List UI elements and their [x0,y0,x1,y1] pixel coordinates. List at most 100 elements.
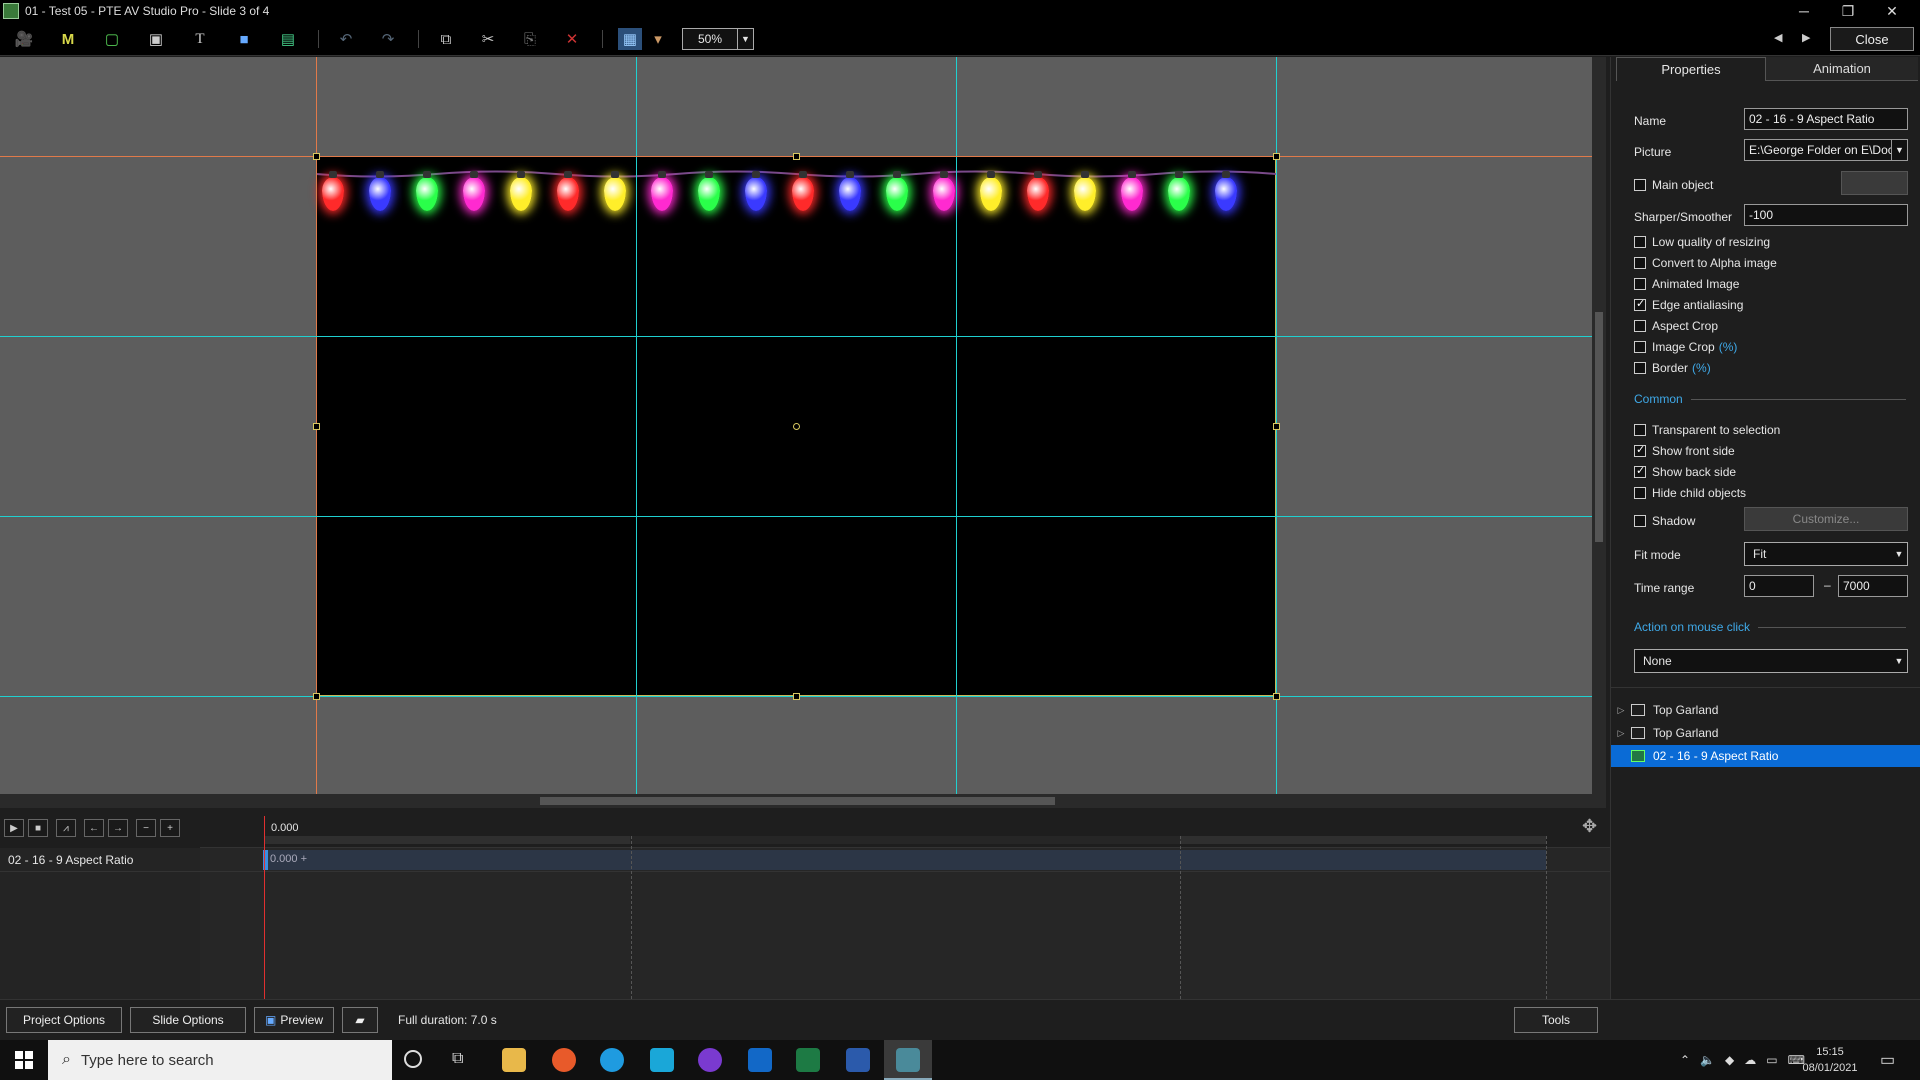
zoom-out-button[interactable]: − [136,819,156,837]
play-button[interactable]: ▶ [4,819,24,837]
paste-icon[interactable]: ⎘ [518,28,542,50]
timeline-ruler[interactable]: 0.000 [200,808,1610,848]
slide-canvas[interactable] [0,57,1592,794]
name-field[interactable]: 02 - 16 - 9 Aspect Ratio [1744,108,1908,130]
animated-image-checkbox[interactable]: Animated Image [1634,277,1739,291]
image-crop-checkbox[interactable]: Image Crop (%) [1634,340,1737,354]
app-icon[interactable] [698,1048,722,1072]
zoom-select[interactable]: 50% ▼ [682,28,754,50]
edge-icon[interactable] [600,1048,624,1072]
pte-taskbar-button[interactable] [884,1040,932,1080]
rectangle-icon[interactable]: ■ [232,28,256,50]
excel-icon[interactable] [796,1048,820,1072]
window-close-button[interactable]: ✕ [1870,0,1914,22]
close-button[interactable]: Close [1830,27,1914,51]
image-icon[interactable]: ▤ [276,28,300,50]
checkbox-box[interactable] [1634,257,1646,269]
track-clip[interactable]: 0.000 + [264,850,1546,870]
camera-icon[interactable]: 🎥 [12,28,36,50]
guide-vertical[interactable] [636,57,637,794]
taskbar-search[interactable]: ⌕ Type here to search [48,1040,392,1080]
checkbox-box[interactable] [1634,464,1646,478]
guide-horizontal[interactable] [0,516,1592,517]
tools-button[interactable]: Tools [1514,1007,1598,1033]
resize-handle[interactable] [1273,423,1280,430]
checkbox-box[interactable] [1634,341,1646,353]
waveform-button[interactable]: ⩘ [56,819,76,837]
task-view-icon[interactable]: ⧉ [452,1050,463,1068]
checkbox-box[interactable] [1634,179,1646,191]
scroll-thumb[interactable] [1595,312,1603,542]
restore-button[interactable]: ❐ [1826,0,1870,22]
zoom-in-button[interactable]: + [160,819,180,837]
resize-handle[interactable] [313,423,320,430]
checkbox-box[interactable] [1634,236,1646,248]
playhead[interactable] [264,816,265,999]
guide-vertical[interactable] [956,57,957,794]
convert-alpha-checkbox[interactable]: Convert to Alpha image [1634,256,1777,270]
vertical-scrollbar[interactable] [1592,57,1606,794]
move-right-button[interactable]: → [108,819,128,837]
stop-button[interactable]: ■ [28,819,48,837]
action-select[interactable]: None ▼ [1634,649,1908,673]
undo-icon[interactable]: ↶ [334,28,358,50]
firefox-icon[interactable] [552,1048,576,1072]
tree-item[interactable]: ▷ Top Garland [1611,722,1920,744]
tab-properties[interactable]: Properties [1616,57,1766,81]
cortana-icon[interactable] [404,1050,422,1068]
resize-handle[interactable] [1273,153,1280,160]
tab-animation[interactable]: Animation [1766,57,1918,81]
checkbox-box[interactable] [1634,487,1646,499]
horizontal-scrollbar[interactable] [0,794,1606,808]
scroll-thumb[interactable] [540,797,1055,805]
customize-button[interactable]: Customize... [1744,507,1908,531]
image-crop-link[interactable]: (%) [1719,340,1738,354]
resize-handle[interactable] [793,153,800,160]
aspect-crop-checkbox[interactable]: Aspect Crop [1634,319,1718,333]
checkbox-box[interactable] [1634,320,1646,332]
frame-icon[interactable]: ▢ [100,28,124,50]
project-options-button[interactable]: Project Options [6,1007,122,1033]
tree-item[interactable]: ▷ Top Garland [1611,699,1920,721]
grid-dropdown-icon[interactable]: ▾ [650,28,666,50]
store-icon[interactable] [650,1048,674,1072]
show-front-checkbox[interactable]: Show front side [1634,443,1735,458]
clock[interactable]: 15:15 08/01/2021 [1800,1044,1860,1076]
checkbox-box[interactable] [1634,297,1646,311]
guide-horizontal[interactable] [0,336,1592,337]
copy-icon[interactable]: ⧉ [434,28,458,50]
video-icon[interactable]: ▣ [144,28,168,50]
main-object-checkbox[interactable]: Main object [1634,178,1713,192]
checkbox-box[interactable] [1634,515,1646,527]
picture-field[interactable]: E:\George Folder on E\Doc ▼ [1744,139,1908,161]
resize-handle[interactable] [313,693,320,700]
delete-icon[interactable]: ✕ [560,28,584,50]
edge-antialiasing-checkbox[interactable]: Edge antialiasing [1634,297,1743,312]
show-back-checkbox[interactable]: Show back side [1634,464,1736,479]
checkbox-box[interactable] [1634,362,1646,374]
resize-handle[interactable] [1273,693,1280,700]
border-checkbox[interactable]: Border (%) [1634,361,1711,375]
checkbox-box[interactable] [1634,424,1646,436]
file-explorer-icon[interactable] [502,1048,526,1072]
cut-icon[interactable]: ✂ [476,28,500,50]
word-icon[interactable] [846,1048,870,1072]
preview-button[interactable]: ▣ Preview [254,1007,334,1033]
checkbox-box[interactable] [1634,278,1646,290]
checkbox-box[interactable] [1634,443,1646,457]
move-icon[interactable]: ✥ [1582,816,1597,837]
notifications-icon[interactable]: ▭ [1880,1050,1895,1070]
time-range-start[interactable]: 0 [1744,575,1814,597]
previous-slide-icon[interactable]: ◀ [1774,31,1782,44]
track-row[interactable]: 0.000 + [200,848,1610,872]
time-range-end[interactable]: 7000 [1838,575,1908,597]
mask-icon[interactable]: M [56,28,80,50]
chevron-down-icon[interactable]: ▼ [1891,140,1907,160]
windows-start-icon[interactable] [0,1040,48,1080]
hide-child-checkbox[interactable]: Hide child objects [1634,486,1746,500]
border-link[interactable]: (%) [1692,361,1711,375]
sharper-field[interactable]: -100 [1744,204,1908,226]
minimize-button[interactable]: ─ [1782,0,1826,22]
move-left-button[interactable]: ← [84,819,104,837]
rotation-center-handle[interactable] [793,423,800,430]
